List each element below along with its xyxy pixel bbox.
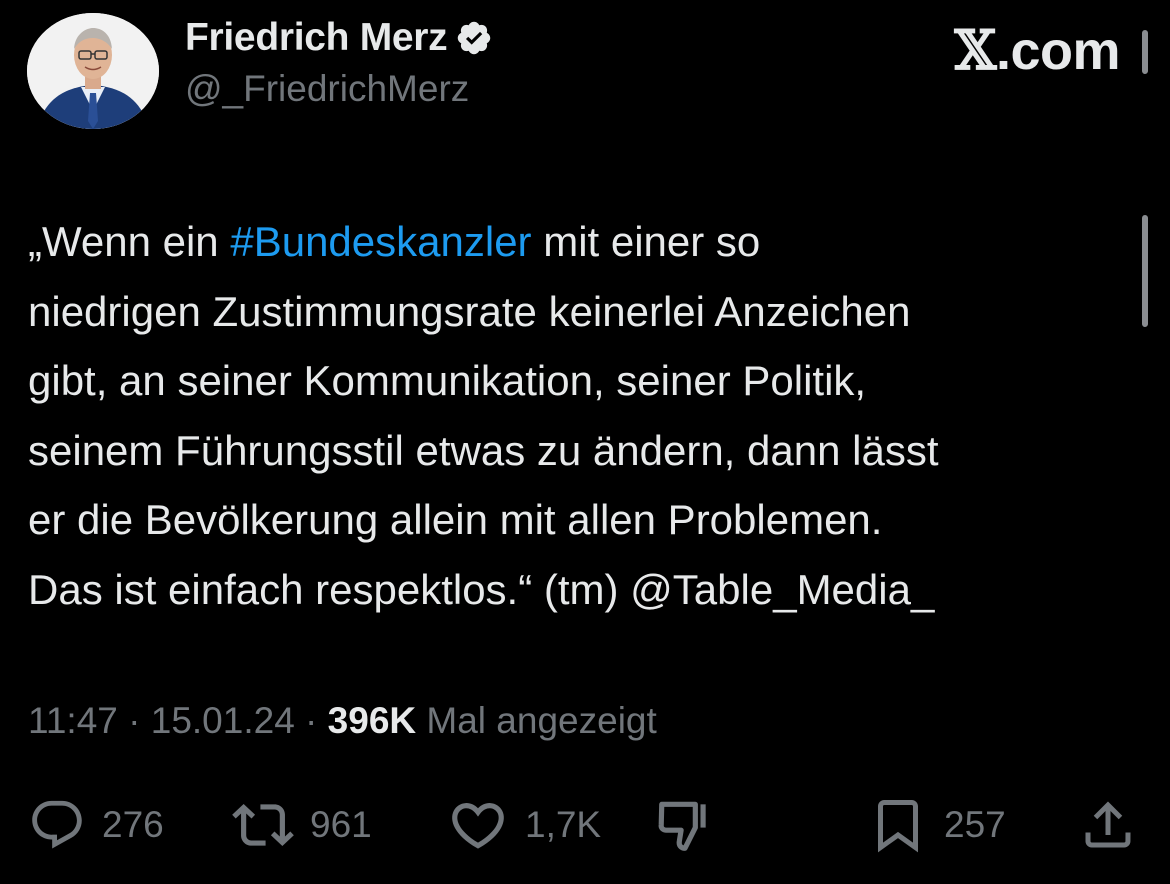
repost-count: 961 [310, 804, 372, 845]
x-logo-icon: 𝕏 [954, 18, 997, 82]
like-count: 1,7K [525, 804, 602, 845]
reply-count: 276 [102, 804, 164, 845]
meta-separator: · [117, 700, 151, 741]
share-button[interactable] [1078, 790, 1138, 860]
heart-icon [452, 803, 504, 849]
reply-button[interactable]: 276 [28, 790, 164, 860]
tweet-screenshot: Friedrich Merz @_FriedrichMerz 𝕏.com „We… [0, 0, 1170, 884]
views-label: Mal angezeigt [416, 700, 657, 741]
share-icon [1085, 801, 1131, 848]
tweet-meta: 11:47 · 15.01.24 · 396K Mal angezeigt [28, 700, 657, 742]
author-display-name[interactable]: Friedrich Merz [185, 16, 448, 60]
views-count: 396K [327, 700, 417, 741]
tweet-line: „Wenn ein #Bundeskanzler mit einer so [28, 218, 761, 265]
hashtag-link[interactable]: #Bundeskanzler [230, 218, 531, 265]
like-button[interactable]: 1,7K [447, 790, 601, 860]
watermark-domain: .com [995, 21, 1121, 81]
bookmark-icon [878, 800, 918, 853]
author-handle[interactable]: @_FriedrichMerz [185, 68, 469, 110]
tweet-line: Das ist einfach respektlos.“ (tm) @Table… [28, 565, 935, 613]
author-avatar[interactable] [27, 13, 159, 129]
tweet-date[interactable]: 15.01.24 [151, 700, 295, 741]
meta-separator: · [294, 700, 328, 741]
repost-button[interactable]: 961 [232, 790, 372, 860]
tweet-line: seinem Führungsstil etwas zu ändern, dan… [28, 426, 939, 474]
bookmark-count: 257 [944, 804, 1006, 845]
repost-icon [232, 804, 294, 846]
action-bar: 276 961 1,7K 257 [0, 790, 1170, 860]
tweet-text: „Wenn ein #Bundeskanzler mit einer so ni… [28, 207, 1143, 624]
tweet-line: er die Bevölkerung allein mit allen Prob… [28, 496, 883, 543]
thumbs-down-icon [658, 801, 706, 851]
dislike-button[interactable] [654, 790, 716, 860]
reply-icon [32, 800, 82, 849]
bookmark-button[interactable]: 257 [868, 790, 1006, 860]
tweet-time[interactable]: 11:47 [28, 700, 118, 741]
verified-badge-icon [455, 19, 493, 57]
avatar-portrait-icon [27, 13, 159, 129]
tweet-line: gibt, an seiner Kommunikation, seiner Po… [28, 357, 867, 404]
scrollbar-thumb[interactable] [1142, 30, 1148, 74]
tweet-line: niedrigen Zustimmungsrate keinerlei Anze… [28, 287, 911, 335]
x-com-watermark: 𝕏.com [954, 18, 1121, 82]
author-name-row: Friedrich Merz [185, 14, 493, 62]
